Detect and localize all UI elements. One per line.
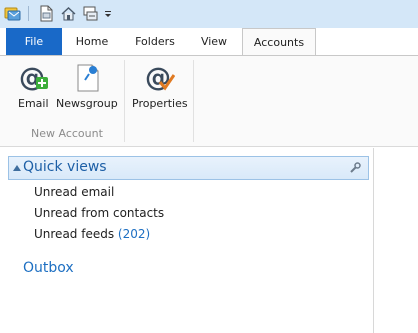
tab-view[interactable]: View (188, 28, 240, 55)
quick-view-unread-from-contacts[interactable]: Unread from contacts (34, 206, 164, 220)
group-separator (124, 60, 125, 142)
properties-button[interactable]: @ Properties (130, 62, 188, 122)
quick-view-label: Unread feeds (34, 227, 115, 241)
folder-outbox[interactable]: Outbox (23, 260, 74, 276)
home-icon[interactable] (60, 5, 77, 22)
quick-view-unread-feeds[interactable]: Unread feeds (202) (34, 227, 150, 241)
email-button-label: Email (18, 97, 49, 110)
newsgroup-icon (72, 62, 104, 94)
email-button[interactable]: @ Email (14, 62, 52, 122)
send-receive-icon[interactable] (82, 5, 99, 22)
quick-view-label: Unread email (34, 185, 115, 199)
collapse-triangle-icon[interactable] (13, 165, 21, 171)
newsgroup-button-label: Newsgroup (56, 97, 118, 110)
ribbon-panel: @ Email Newsgroup New Account @ Properti… (0, 55, 418, 147)
newsgroup-button[interactable]: Newsgroup (56, 62, 118, 122)
quick-views-title: Quick views (23, 159, 107, 175)
tab-home[interactable]: Home (64, 28, 120, 55)
quick-views-header[interactable]: Quick views (8, 156, 369, 180)
tab-folders[interactable]: Folders (124, 28, 186, 55)
email-account-icon: @ (17, 62, 49, 94)
unread-count: (202) (117, 227, 151, 241)
new-item-icon[interactable] (38, 5, 55, 22)
navigation-pane: Quick views Unread email Unread from con… (0, 148, 374, 333)
tab-file[interactable]: File (6, 28, 62, 55)
svg-text:@: @ (145, 63, 171, 93)
content-pane (375, 148, 418, 333)
wrench-icon[interactable] (348, 161, 362, 175)
app-icon[interactable] (4, 5, 21, 22)
quick-view-unread-email[interactable]: Unread email (34, 185, 114, 199)
tab-accounts[interactable]: Accounts (242, 28, 316, 56)
account-properties-icon: @ (143, 62, 176, 94)
new-account-group-label: New Account (31, 127, 103, 140)
toolbar-separator (28, 6, 29, 21)
group-separator (193, 60, 194, 142)
quick-access-toolbar (0, 0, 418, 28)
properties-button-label: Properties (132, 97, 188, 110)
quick-view-label: Unread from contacts (34, 206, 165, 220)
ribbon-tabs: File Home Folders View Accounts (0, 28, 418, 56)
customize-dropdown-icon[interactable] (103, 5, 113, 22)
